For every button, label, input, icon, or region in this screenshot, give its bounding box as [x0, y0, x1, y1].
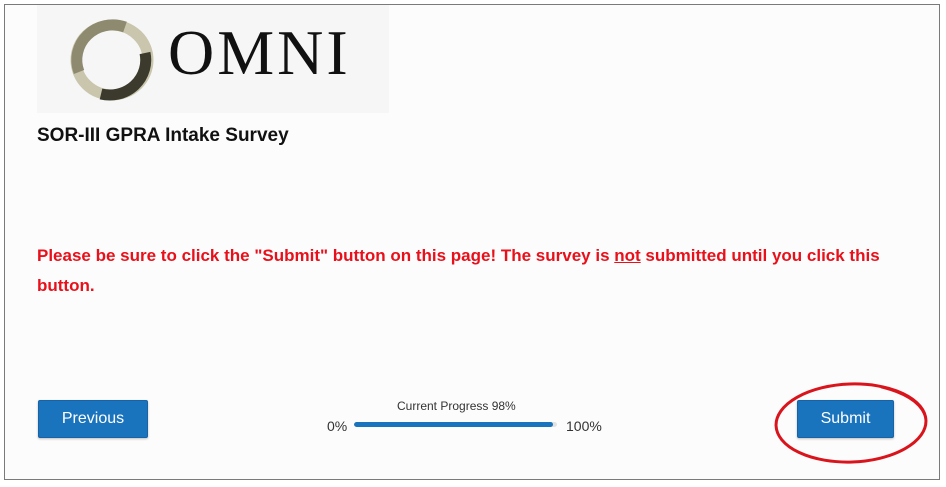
circle-highlight-icon: [774, 382, 928, 464]
progress-min-label: 0%: [327, 418, 348, 434]
progress-caption: Current Progress 98%: [397, 399, 516, 413]
submit-warning-message: Please be sure to click the "Submit" but…: [37, 241, 917, 301]
warning-emphasis: not: [614, 246, 641, 265]
omni-logo-ring-icon: [70, 19, 154, 101]
omni-logo: OMNI: [37, 5, 389, 113]
warning-text-before: Please be sure to click the "Submit" but…: [37, 246, 615, 265]
progress-bar-fill: [354, 422, 553, 427]
previous-button[interactable]: Previous: [38, 400, 148, 438]
survey-page: OMNI SOR-III GPRA Intake Survey Please b…: [4, 4, 940, 480]
survey-title: SOR-III GPRA Intake Survey: [37, 125, 289, 146]
progress-max-label: 100%: [566, 418, 602, 434]
omni-logo-text: OMNI: [168, 17, 351, 88]
progress-bar: [354, 422, 557, 427]
